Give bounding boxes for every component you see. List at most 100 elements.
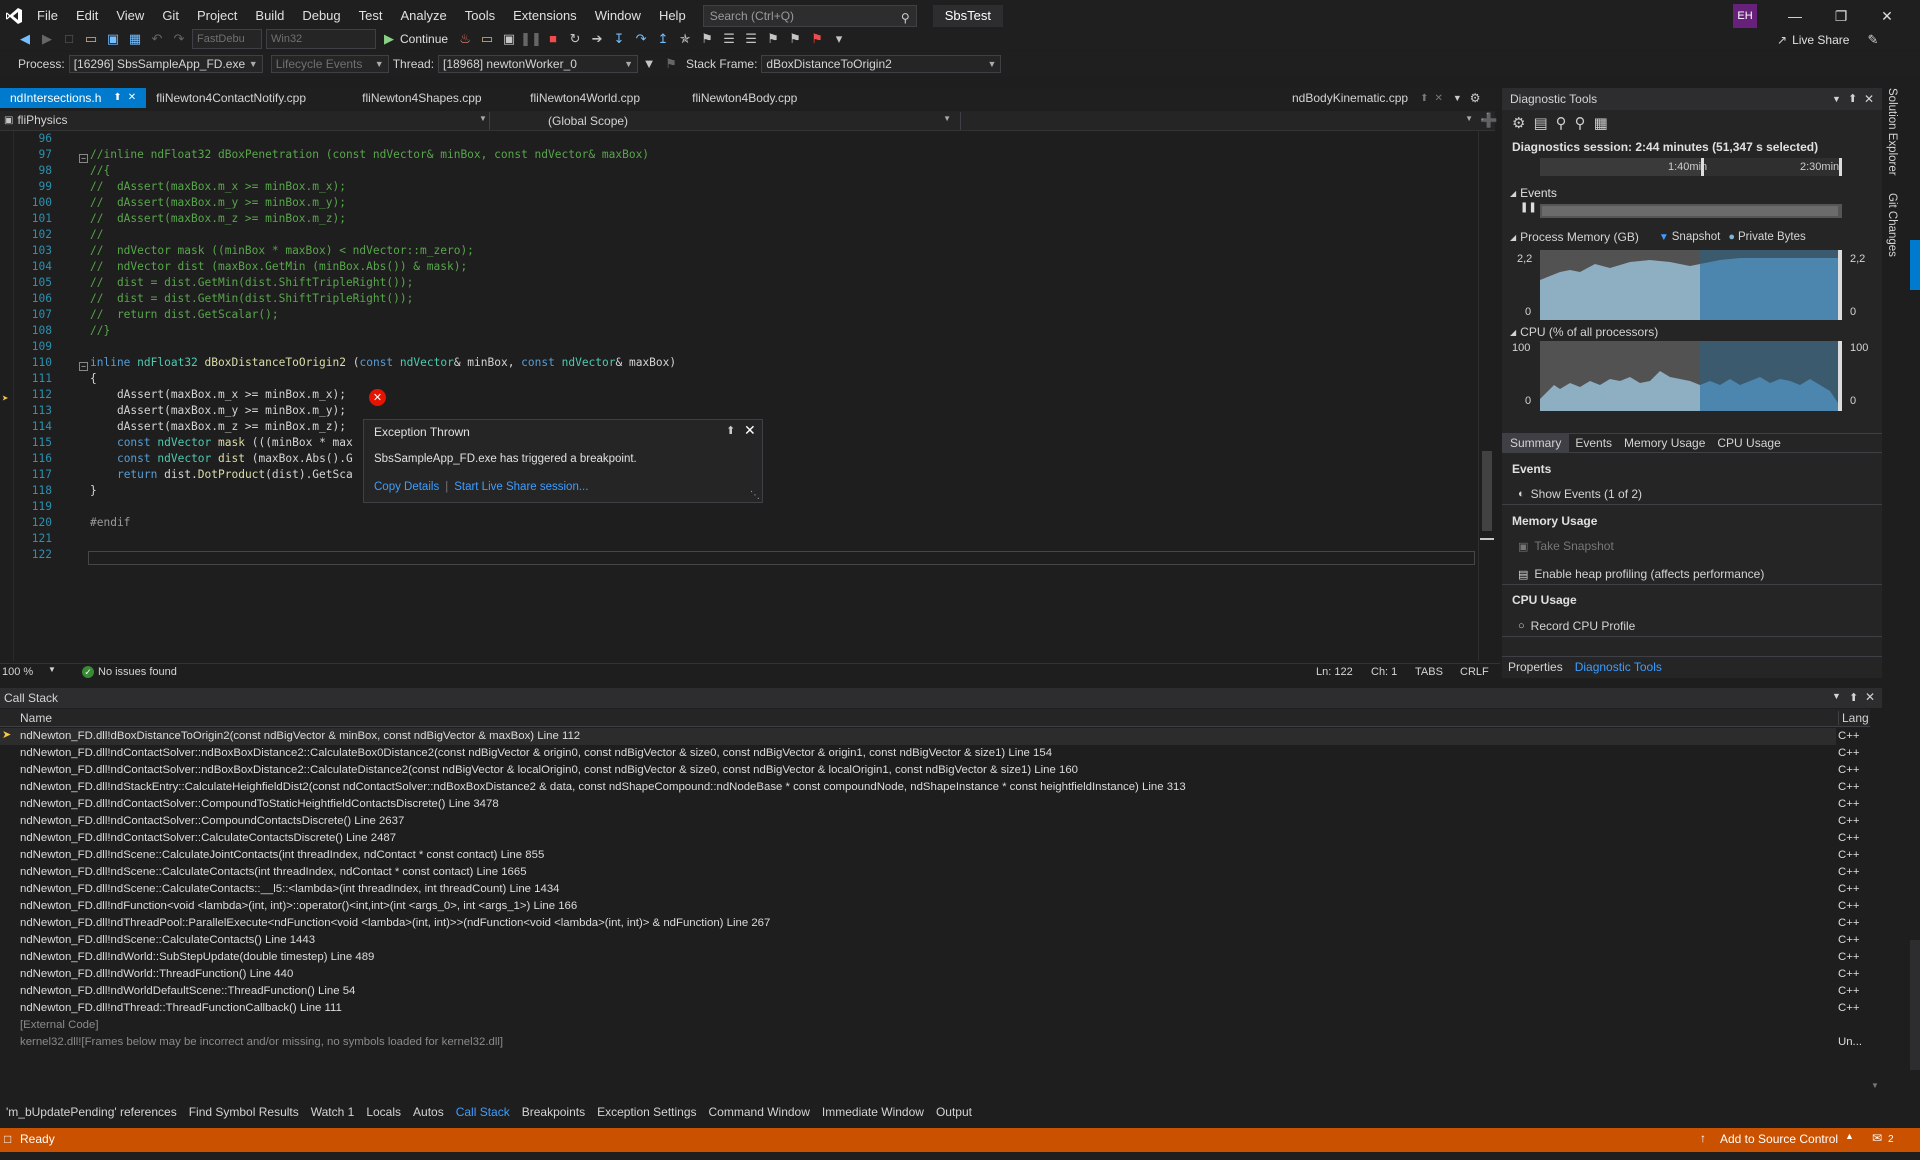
show-next-statement-icon[interactable]: ➔: [586, 28, 608, 50]
call-stack-frame[interactable]: ndNewton_FD.dll!ndWorld::ThreadFunction(…: [20, 966, 293, 983]
column-name[interactable]: Name: [20, 711, 52, 725]
call-stack-scrollbar[interactable]: ▼: [1870, 709, 1882, 1094]
selection-handle-right[interactable]: [1839, 158, 1842, 176]
tab-events[interactable]: Events: [1569, 436, 1618, 450]
add-to-source-control[interactable]: Add to Source Control: [1720, 1132, 1838, 1146]
notifications-icon[interactable]: ✉: [1872, 1131, 1882, 1145]
hex-display-icon[interactable]: ✯: [674, 28, 696, 50]
stack-frame-dropdown[interactable]: dBoxDistanceToOrigin2 ▼: [761, 55, 1002, 73]
new-project-icon[interactable]: □: [58, 28, 80, 50]
record-cpu-profile-button[interactable]: ○ Record CPU Profile: [1518, 619, 1635, 633]
continue-button[interactable]: Continue: [400, 32, 448, 46]
pin-icon[interactable]: ⬆: [1848, 88, 1857, 110]
selection-handle[interactable]: [1838, 341, 1842, 411]
zoom-out-icon[interactable]: ⚲: [1575, 114, 1586, 132]
step-into-icon[interactable]: ↧: [608, 28, 630, 50]
pin-icon[interactable]: ⬆: [1849, 691, 1858, 704]
pause-icon[interactable]: ❚❚: [520, 28, 542, 50]
call-stack-frame[interactable]: ndNewton_FD.dll!ndContactSolver::ndBoxBo…: [20, 745, 1052, 762]
save-icon[interactable]: ▣: [102, 28, 124, 50]
chevron-down-icon[interactable]: ▼: [1832, 88, 1841, 110]
tab-breakpoints[interactable]: Breakpoints: [516, 1102, 591, 1122]
code-editor[interactable]: ➤ − − 96 97 //inline ndFloat32 dBoxPenetra…: [0, 131, 1494, 661]
events-track-header[interactable]: ◢ Events: [1510, 186, 1557, 200]
tab-immediate-window[interactable]: Immediate Window: [816, 1102, 930, 1122]
line-endings[interactable]: CRLF: [1460, 666, 1489, 678]
column-number[interactable]: Ch: 1: [1371, 666, 1397, 678]
editor-vertical-scrollbar[interactable]: [1478, 131, 1494, 661]
redo-icon[interactable]: ↷: [168, 28, 190, 50]
close-icon[interactable]: ✕: [1864, 88, 1874, 110]
tab-flinewton4contactnotify[interactable]: fliNewton4ContactNotify.cpp: [146, 88, 352, 108]
flag-thread-icon[interactable]: ⚑: [660, 53, 682, 75]
call-stack-frame[interactable]: ndNewton_FD.dll!ndContactSolver::ndBoxBo…: [20, 762, 1078, 779]
collapse-icon[interactable]: −: [79, 362, 88, 371]
step-out-icon[interactable]: ↥: [652, 28, 674, 50]
save-all-icon[interactable]: ▦: [124, 28, 146, 50]
feedback-icon[interactable]: ✎: [1867, 32, 1878, 48]
tab-git-changes[interactable]: Git Changes: [1886, 193, 1898, 257]
continue-icon[interactable]: ▶: [378, 28, 400, 50]
close-icon[interactable]: ✕: [1865, 690, 1875, 704]
clear-bookmarks-icon[interactable]: ⚑: [806, 28, 828, 50]
lifecycle-events-dropdown[interactable]: Lifecycle Events ▼: [270, 55, 389, 73]
enable-heap-profiling-button[interactable]: ▤ Enable heap profiling (affects perform…: [1518, 567, 1764, 581]
tab-flinewton4shapes[interactable]: fliNewton4Shapes.cpp: [352, 88, 520, 108]
memory-track-header[interactable]: ◢ Process Memory (GB) ▼ Snapshot ● Priva…: [1510, 230, 1806, 244]
tab-call-stack[interactable]: Call Stack: [450, 1102, 516, 1122]
tab-command-window[interactable]: Command Window: [703, 1102, 816, 1122]
bookmark-icon[interactable]: ⚑: [696, 28, 718, 50]
memory-graph[interactable]: [1540, 250, 1842, 320]
process-dropdown[interactable]: [16296] SbsSampleApp_FD.exe ▼: [68, 55, 263, 73]
tab-m-bupdatepending-references[interactable]: 'm_bUpdatePending' references: [0, 1102, 183, 1122]
restart-icon[interactable]: ↻: [564, 28, 586, 50]
chevron-down-icon[interactable]: ▼: [1832, 691, 1841, 701]
back-icon[interactable]: ◀: [14, 28, 36, 50]
call-stack-frame[interactable]: ndNewton_FD.dll!ndFunction<void <lambda>…: [20, 898, 577, 915]
call-stack-frame[interactable]: ndNewton_FD.dll!ndThreadPool::ParallelEx…: [20, 915, 770, 932]
toolbar-overflow-icon[interactable]: ▾: [828, 28, 850, 50]
copy-details-link[interactable]: Copy Details: [374, 481, 439, 493]
stop-icon[interactable]: ■: [542, 28, 564, 50]
configuration-dropdown[interactable]: FastDebu: [192, 29, 262, 49]
call-stack-frame[interactable]: ndNewton_FD.dll!ndThread::ThreadFunction…: [20, 1000, 342, 1017]
call-stack-frame[interactable]: ndNewton_FD.dll!ndScene::CalculateContac…: [20, 881, 560, 898]
uncomment-icon[interactable]: ☰: [740, 28, 762, 50]
call-stack-frame[interactable]: ndNewton_FD.dll!ndContactSolver::Calcula…: [20, 830, 396, 847]
tab-output[interactable]: Output: [930, 1102, 978, 1122]
collapse-icon[interactable]: −: [79, 154, 88, 163]
resize-grip-icon[interactable]: ⋱: [750, 490, 760, 501]
issues-status[interactable]: No issues found: [98, 666, 177, 678]
call-stack-frame[interactable]: ndNewton_FD.dll!ndContactSolver::Compoun…: [20, 796, 499, 813]
comment-icon[interactable]: ☰: [718, 28, 740, 50]
call-stack-frame[interactable]: ndNewton_FD.dll!ndScene::CalculateContac…: [20, 864, 527, 881]
tab-autos[interactable]: Autos: [407, 1102, 450, 1122]
tab-find-symbol-results[interactable]: Find Symbol Results: [183, 1102, 305, 1122]
close-icon[interactable]: ✕: [1434, 93, 1442, 104]
zoom-in-icon[interactable]: ⚲: [1556, 114, 1567, 132]
events-track[interactable]: [1540, 204, 1842, 218]
undo-icon[interactable]: ↶: [146, 28, 168, 50]
tab-summary[interactable]: Summary: [1502, 433, 1570, 453]
indent-mode[interactable]: TABS: [1415, 666, 1443, 678]
split-editor-icon[interactable]: ➕: [1480, 112, 1497, 129]
pin-icon[interactable]: ⬆: [113, 88, 121, 108]
zoom-level[interactable]: 100 %: [2, 666, 33, 678]
column-lang[interactable]: Lang: [1838, 711, 1869, 725]
call-stack-frame[interactable]: ndNewton_FD.dll!ndWorldDefaultScene::Thr…: [20, 983, 355, 1000]
thread-dropdown[interactable]: [18968] newtonWorker_0 ▼: [438, 55, 639, 73]
show-events-link[interactable]: ◐ Show Events (1 of 2): [1518, 487, 1642, 501]
folder-icon[interactable]: ▭: [476, 28, 498, 50]
tab-ndintersections[interactable]: ndIntersections.h ⬆ ✕: [0, 88, 147, 108]
tab-locals[interactable]: Locals: [360, 1102, 407, 1122]
tab-watch-1[interactable]: Watch 1: [305, 1102, 361, 1122]
open-folder-icon[interactable]: ▭: [80, 28, 102, 50]
call-stack-frame[interactable]: kernel32.dll![Frames below may be incorr…: [20, 1034, 503, 1051]
filter-icon[interactable]: ▼: [638, 53, 660, 75]
line-number[interactable]: Ln: 122: [1316, 666, 1353, 678]
call-stack-frame[interactable]: [External Code]: [20, 1017, 99, 1034]
close-icon[interactable]: ✕: [128, 88, 136, 108]
tab-exception-settings[interactable]: Exception Settings: [591, 1102, 702, 1122]
call-stack-frame[interactable]: ndNewton_FD.dll!ndScene::CalculateContac…: [20, 932, 315, 949]
tab-solution-explorer[interactable]: Solution Explorer: [1886, 88, 1898, 176]
